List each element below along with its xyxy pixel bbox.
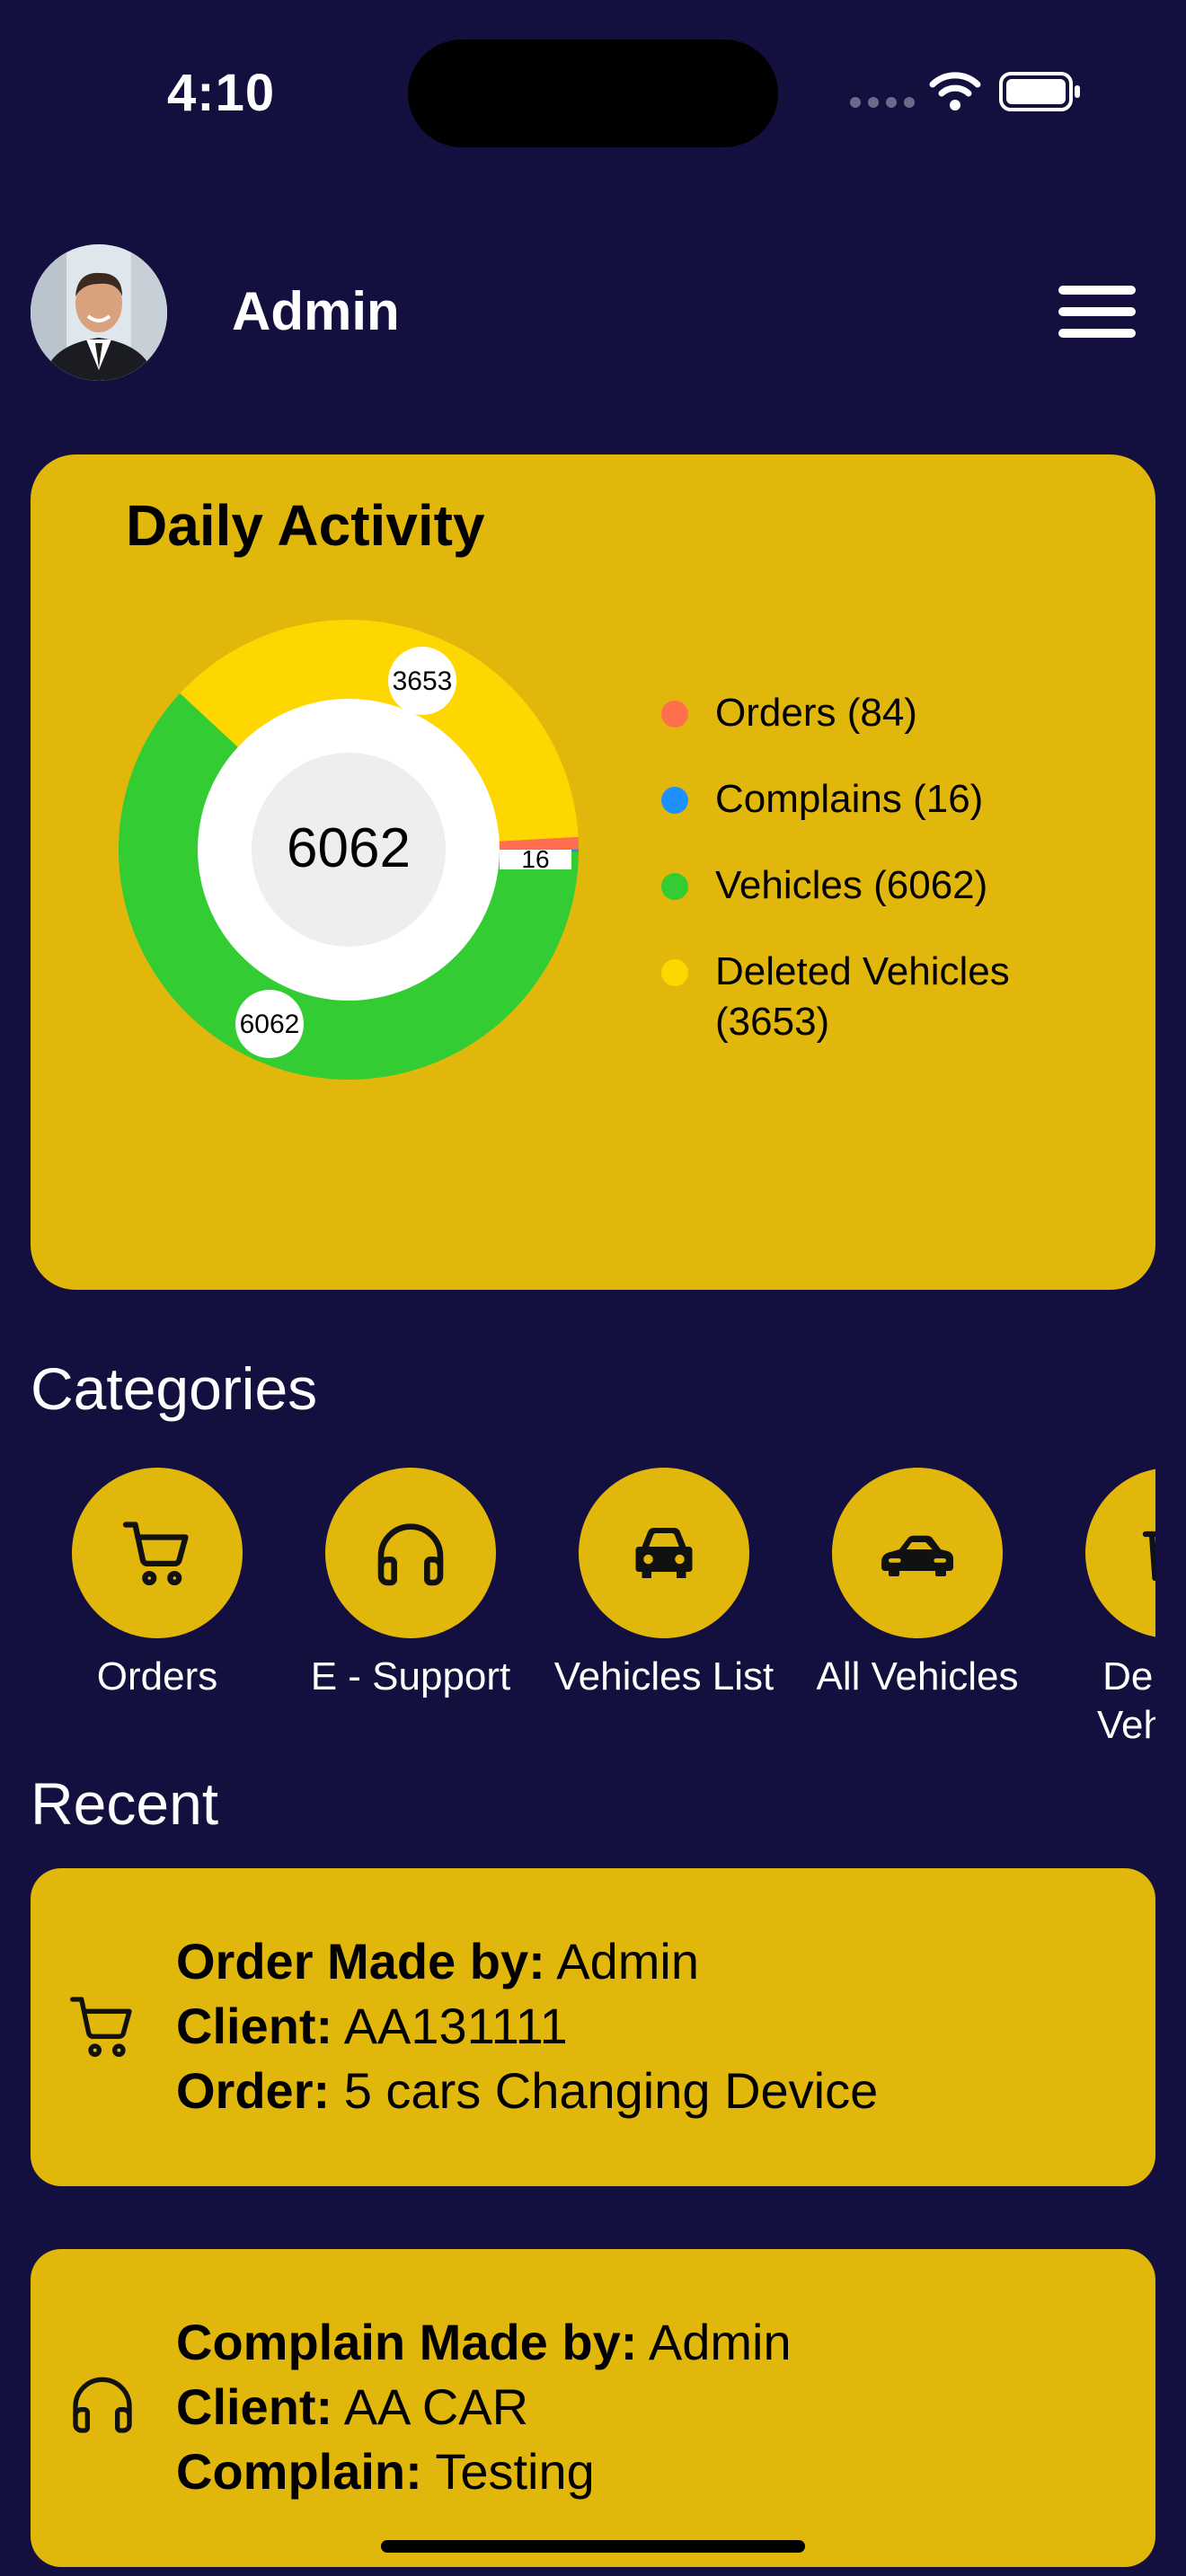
wifi-icon <box>929 72 981 110</box>
category-all-vehicles-button[interactable] <box>832 1468 1003 1638</box>
category-label: All Vehicles <box>816 1654 1019 1698</box>
category-orders-button[interactable] <box>72 1468 243 1638</box>
person-photo-icon <box>31 244 167 381</box>
headphones-icon <box>73 2377 132 2433</box>
category-deleted-vehicles-button[interactable] <box>1085 1468 1155 1638</box>
sports-car-icon <box>881 1535 953 1576</box>
category-label: E - Support <box>310 1654 511 1698</box>
legend-dot <box>661 873 688 900</box>
recent-line: Complain: Testing <box>176 2439 792 2504</box>
trash-icon <box>1142 1531 1155 1582</box>
legend-item-vehicles: Vehicles (6062) <box>661 860 1128 911</box>
categories-title: Categories <box>31 1355 318 1422</box>
recent-line-value: AA131111 <box>332 1998 568 2054</box>
category-label: Deleted Vehicles <box>1097 1654 1155 1747</box>
recent-item-details: Order Made by: Admin Client: AA131111 Or… <box>176 1929 878 2123</box>
status-time: 4:10 <box>167 64 276 122</box>
cart-icon <box>70 1997 132 2058</box>
avatar[interactable] <box>31 244 167 381</box>
recent-item-order[interactable]: Order Made by: Admin Client: AA131111 Or… <box>31 1868 1155 2186</box>
cart-icon <box>122 1522 189 1586</box>
category-e-support[interactable]: E - Support <box>284 1468 537 1701</box>
recent-line-value: Admin <box>544 1933 699 1989</box>
category-all-vehicles[interactable]: All Vehicles <box>791 1468 1044 1701</box>
category-label: Orders <box>96 1654 218 1698</box>
activity-title: Daily Activity <box>126 493 485 558</box>
recent-line-key: Complain: <box>176 2443 422 2500</box>
vehicles-data-label: 6062 <box>240 1010 300 1039</box>
category-deleted-vehicles[interactable]: Deleted Vehicles <box>1044 1468 1155 1750</box>
legend-item-orders: Orders (84) <box>661 688 1128 738</box>
legend-label: Orders (84) <box>715 691 917 735</box>
category-vehicles-list[interactable]: Vehicles List <box>537 1468 791 1701</box>
legend-label: Vehicles (6062) <box>715 863 988 907</box>
recent-line-key: Client: <box>176 1998 333 2054</box>
hamburger-menu-icon[interactable] <box>1058 286 1136 338</box>
recent-line: Client: AA131111 <box>176 1994 878 2059</box>
donut-chart: 6062 3653 6062 16 <box>119 620 579 1080</box>
recent-line-key: Client: <box>176 2378 333 2435</box>
battery-icon <box>999 72 1080 111</box>
recent-line-key: Order Made by: <box>176 1933 545 1989</box>
recent-title: Recent <box>31 1770 219 1837</box>
recent-line-value: Testing <box>421 2443 595 2500</box>
deleted-data-label: 3653 <box>393 666 453 696</box>
complains-data-label: 16 <box>521 845 549 873</box>
recent-line: Order: 5 cars Changing Device <box>176 2059 878 2123</box>
cellular-signal-icon <box>850 97 915 108</box>
recent-item-details: Complain Made by: Admin Client: AA CAR C… <box>176 2310 792 2504</box>
category-e-support-button[interactable] <box>325 1468 496 1638</box>
legend-dot <box>661 959 688 986</box>
recent-line-key: Complain Made by: <box>176 2314 638 2370</box>
header-title: Admin <box>232 281 400 341</box>
recent-line: Client: AA CAR <box>176 2375 792 2439</box>
legend-dot <box>661 701 688 728</box>
dynamic-island <box>408 40 778 147</box>
legend-label: Complains (16) <box>715 777 984 821</box>
chart-legend: Orders (84) Complains (16) Vehicles (606… <box>661 688 1128 1083</box>
legend-label: Deleted Vehicles (3653) <box>715 949 1010 1044</box>
legend-item-complains: Complains (16) <box>661 774 1128 825</box>
recent-line-value: AA CAR <box>332 2378 529 2435</box>
recent-line: Complain Made by: Admin <box>176 2310 792 2375</box>
home-indicator <box>381 2540 805 2553</box>
recent-line-value: 5 cars Changing Device <box>330 2062 879 2119</box>
headphones-icon <box>377 1523 444 1586</box>
category-label: Vehicles List <box>553 1654 774 1698</box>
recent-line: Order Made by: Admin <box>176 1929 878 1994</box>
category-orders[interactable]: Orders <box>31 1468 284 1701</box>
recent-line-value: Admin <box>637 2314 792 2370</box>
categories-row[interactable]: Orders E - Support Vehicles List All Veh… <box>31 1468 1155 1755</box>
recent-line-key: Order: <box>176 2062 331 2119</box>
donut-center-value: 6062 <box>287 817 411 879</box>
car-front-icon <box>635 1528 693 1578</box>
category-vehicles-list-button[interactable] <box>579 1468 749 1638</box>
legend-dot <box>661 787 688 814</box>
recent-item-complain[interactable]: Complain Made by: Admin Client: AA CAR C… <box>31 2249 1155 2567</box>
legend-item-deleted-vehicles: Deleted Vehicles (3653) <box>661 947 1128 1047</box>
